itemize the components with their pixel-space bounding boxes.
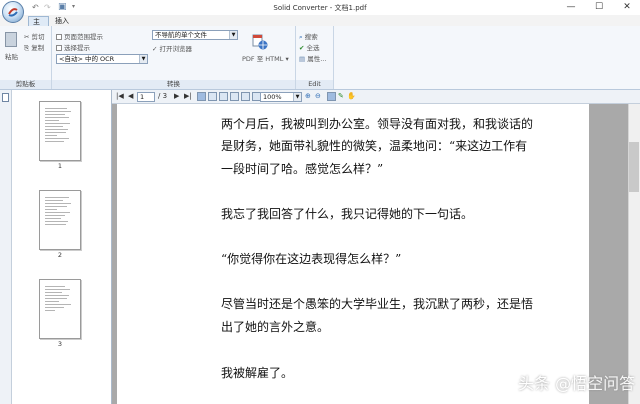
fit-width-icon[interactable]	[241, 92, 250, 101]
document-paragraph-line: 一段时间了哈。感觉怎么样？”	[221, 162, 384, 176]
pdf-to-html-button[interactable]: PDF 至 HTML ▾	[242, 53, 289, 63]
ocr-select[interactable]: <自动> 中的 OCR ▼	[56, 54, 148, 64]
paste-icon[interactable]	[5, 32, 17, 47]
thumbnail-label: 1	[57, 162, 63, 170]
select-all-icon: ✔	[299, 44, 305, 52]
document-paragraph-line: 尽管当时还是个愚笨的大学毕业生，我沉默了两秒，还是悟	[221, 297, 534, 311]
document-paragraph-line: 是财务，她面带礼貌性的微笑，温柔地问：“来这边工作有	[221, 139, 528, 153]
document-paragraph-line: 我忘了我回答了什么，我只记得她的下一句话。	[221, 207, 474, 221]
pdf-to-html-graphic	[252, 34, 268, 50]
app-menu-button[interactable]	[2, 1, 24, 23]
last-page-icon[interactable]: ▶|	[184, 92, 192, 100]
watermark: 头条 @悟空问答	[518, 374, 636, 393]
convert-group-label: 转换	[52, 80, 295, 89]
thumbnail-label: 3	[57, 340, 63, 348]
select-all-label: 全选	[306, 44, 320, 52]
zoom-out-icon[interactable]: ⊖	[315, 92, 321, 100]
selection-label: 选择提示	[64, 44, 90, 52]
search-icon: ⌕	[299, 33, 303, 41]
thumbnail-label: 2	[57, 251, 63, 259]
properties-icon: ▤	[299, 55, 306, 63]
document-paragraph-line: “你觉得你在这边表现得怎么样？”	[221, 252, 402, 266]
document-paragraph-line: 两个月后，我被叫到办公室。领导没有面对我，和我谈话的	[221, 117, 534, 131]
pages-panel-icon[interactable]	[2, 93, 9, 102]
clipboard-group-label: 剪贴板	[0, 80, 51, 89]
selection-checkbox[interactable]: 选择提示	[56, 42, 90, 52]
chevron-down-icon: ▼	[139, 55, 147, 63]
select-tool-icon[interactable]	[327, 92, 336, 101]
document-paragraph-line: 我被解雇了。	[221, 366, 294, 380]
previous-page-icon[interactable]: ◀	[128, 92, 133, 100]
properties-label: 属性...	[307, 55, 327, 63]
output-mode-value: 不导航的单个文件	[155, 31, 207, 39]
clipboard-group: 粘贴 ✂ 剪切 ⎘ 复制 剪贴板	[0, 26, 52, 89]
tab-home[interactable]: 主页	[28, 16, 49, 36]
edit-group: ⌕ 搜索 ✔ 全选 ▤ 属性... Edit	[296, 26, 334, 89]
chevron-down-icon: ▼	[229, 31, 237, 39]
first-page-icon[interactable]: |◀	[116, 92, 124, 100]
edit-group-label: Edit	[296, 80, 333, 89]
zoom-in-icon[interactable]: ⊕	[305, 92, 311, 100]
page-number-input[interactable]: 1	[137, 92, 155, 102]
search-label: 搜索	[304, 33, 318, 41]
hand-tool-icon[interactable]: ✋	[347, 92, 356, 100]
page-range-label: 页面范围提示	[64, 33, 103, 41]
pdf-to-html-label: PDF 至 HTML	[242, 55, 284, 63]
fit-page-icon[interactable]	[230, 92, 239, 101]
app-logo-icon	[8, 8, 18, 17]
page-thumbnail[interactable]	[39, 279, 81, 339]
select-all-button[interactable]: ✔ 全选	[299, 42, 320, 52]
pdf-to-html-icon[interactable]	[252, 34, 268, 50]
page-thumbnail[interactable]	[39, 190, 81, 250]
facing-view-icon[interactable]	[219, 92, 228, 101]
ocr-select-value: <自动> 中的 OCR	[59, 55, 115, 63]
zoom-select[interactable]: 100% ▼	[260, 92, 302, 102]
maximize-button[interactable]: ☐	[588, 0, 610, 15]
page-thumbnail[interactable]	[39, 101, 81, 161]
checkbox-box	[56, 34, 62, 40]
properties-button[interactable]: ▤ 属性...	[299, 53, 326, 63]
copy-label: 复制	[31, 44, 45, 52]
scrollbar-thumb[interactable]	[629, 142, 639, 192]
copy-button[interactable]: ⎘ 复制	[24, 42, 44, 53]
close-button[interactable]: ✕	[616, 0, 638, 15]
ribbon-tab-bar	[0, 15, 640, 26]
page-total: / 3	[158, 92, 168, 100]
paste-button[interactable]: 粘贴	[5, 51, 18, 61]
text-select-icon[interactable]: ✎	[338, 92, 344, 100]
side-panel-strip	[0, 90, 12, 404]
next-page-icon[interactable]: ▶	[174, 92, 179, 100]
open-browser-option[interactable]: ✓ 打开浏览器	[152, 43, 192, 53]
window-title: Solid Converter - 文档1.pdf	[273, 4, 367, 12]
cut-label: 剪切	[31, 33, 45, 41]
zoom-value: 100%	[263, 93, 282, 101]
page-range-checkbox[interactable]: 页面范围提示	[56, 31, 103, 41]
single-page-view-icon[interactable]	[197, 92, 206, 101]
convert-group: 页面范围提示 选择提示 <自动> 中的 OCR ▼ 不导航的单个文件 ▼ ✓ 打开浏…	[52, 26, 296, 89]
document-paragraph-line: 出了她的言外之意。	[221, 320, 330, 334]
checkbox-box	[56, 45, 62, 51]
minimize-button[interactable]: —	[560, 0, 582, 15]
output-mode-select[interactable]: 不导航的单个文件 ▼	[152, 30, 238, 40]
chevron-down-icon: ▼	[293, 93, 301, 101]
continuous-view-icon[interactable]	[208, 92, 217, 101]
cut-button[interactable]: ✂ 剪切	[24, 31, 45, 41]
tab-insert[interactable]: 插入	[51, 16, 73, 26]
search-button[interactable]: ⌕ 搜索	[299, 31, 318, 42]
